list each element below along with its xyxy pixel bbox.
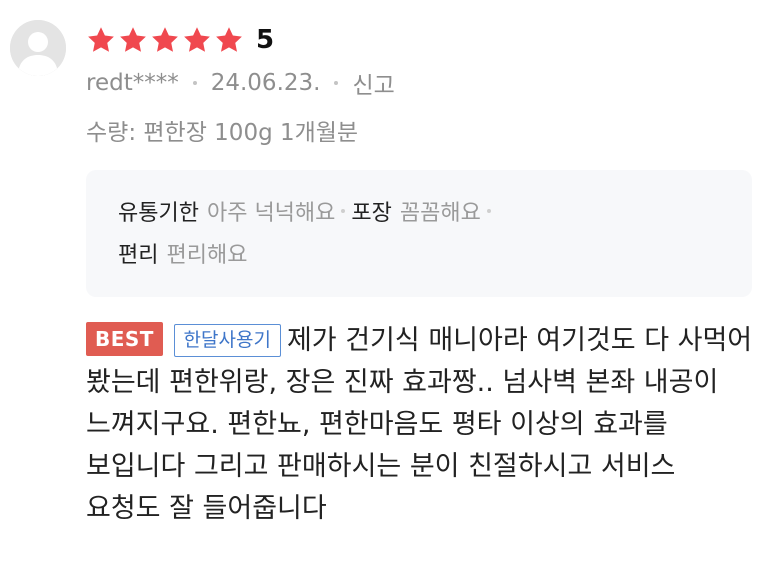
separator-dot: [341, 209, 346, 213]
star-icon: [150, 25, 180, 55]
star-rating: [86, 25, 244, 55]
review-date: 24.06.23.: [210, 70, 321, 96]
month-usage-badge: 한달사용기: [173, 324, 281, 357]
star-icon: [118, 25, 148, 55]
evaluation-box: 유통기한 아주 넉넉해요 포장 꼼꼼해요 편리 편리해요: [86, 170, 752, 297]
rating-row: 5: [86, 22, 274, 58]
review-body: BEST 한달사용기 제가 건기식 매니아라 여기것도 다 사먹어 봤는데 편한위…: [86, 320, 756, 530]
default-profile-icon: [10, 20, 66, 76]
eval-key-expiry: 유통기한: [118, 201, 199, 226]
review-meta: redt**** 24.06.23. 신고: [86, 64, 395, 102]
evaluation-line: 유통기한 아주 넉넉해요 포장 꼼꼼해요: [118, 190, 752, 232]
star-icon: [182, 25, 212, 55]
rating-value: 5: [256, 25, 275, 55]
evaluation-line: 편리 편리해요: [118, 232, 752, 274]
separator-dot: [486, 209, 491, 213]
star-icon: [86, 25, 116, 55]
avatar: [10, 20, 66, 76]
separator-dot: [192, 81, 197, 85]
best-badge: BEST: [86, 322, 163, 356]
eval-key-convenience: 편리: [118, 243, 159, 268]
eval-value-convenience: 편리해요: [166, 243, 248, 268]
eval-key-packaging: 포장: [351, 201, 392, 226]
reviewer-id: redt****: [86, 70, 179, 96]
eval-value-packaging: 꼼꼼해요: [399, 201, 481, 226]
purchase-option: 수량: 편한장 100g 1개월분: [86, 120, 359, 146]
separator-dot: [334, 81, 339, 85]
eval-value-expiry: 아주 넉넉해요: [206, 201, 336, 226]
report-button[interactable]: 신고: [352, 66, 394, 100]
star-icon: [214, 25, 244, 55]
